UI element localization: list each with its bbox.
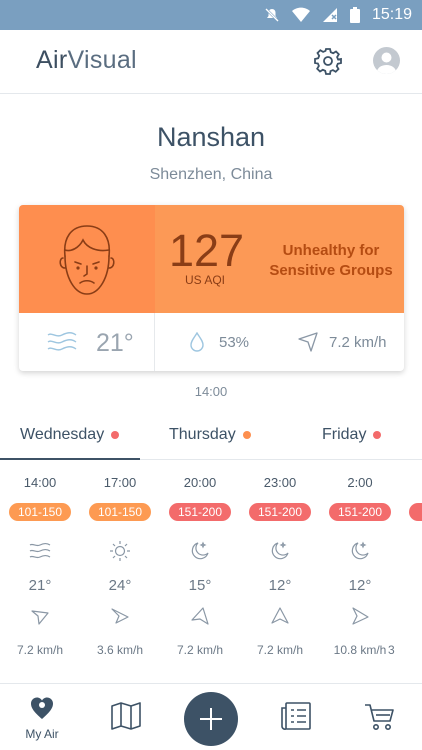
sun-icon	[110, 541, 130, 561]
status-time: 15:19	[371, 6, 412, 23]
nav-my-air-label: My Air	[25, 727, 59, 741]
aqi-value-panel: 127 US AQI Unhealthy for Sensitive Group…	[155, 205, 404, 313]
moon-icon	[351, 541, 369, 560]
signal-icon	[322, 8, 337, 22]
nav-my-air[interactable]: My Air	[12, 684, 72, 750]
aqi-card[interactable]: 127 US AQI Unhealthy for Sensitive Group…	[19, 205, 404, 371]
day-tabs: Wednesday Thursday Friday	[0, 414, 422, 460]
region-name: Shenzhen, China	[149, 166, 273, 183]
wind-waves-icon	[47, 332, 77, 351]
profile-avatar[interactable]	[373, 47, 400, 74]
app-logo: AirVisual	[36, 46, 137, 74]
wind-direction-icon	[271, 607, 289, 624]
hourly-forecast[interactable]: 14:00 101-150 21° 7.2 km/h 17:00 101-150…	[0, 460, 422, 680]
aqi-level: Unhealthy for Sensitive Groups	[269, 242, 393, 279]
weather-row: 21° 53% 7.2 km/h	[19, 313, 404, 371]
cart-icon	[365, 704, 394, 730]
moon-icon	[191, 541, 209, 560]
humidity-drop-icon	[190, 332, 204, 352]
wind-speed: 7.2 km/h	[329, 334, 387, 351]
city-name: Nanshan	[156, 122, 266, 152]
aqi-unit: US AQI	[185, 273, 226, 287]
aqi-value: 127	[169, 225, 245, 276]
moon-icon	[271, 541, 289, 560]
aqi-dot-icon	[111, 431, 120, 439]
status-bar: 15:19	[0, 0, 422, 30]
aqi-badge: 101-150	[9, 503, 71, 521]
divider	[154, 313, 155, 371]
battery-icon	[349, 7, 360, 23]
aqi-dot-icon	[242, 431, 251, 439]
wind-direction-icon	[298, 332, 318, 352]
nav-map[interactable]	[96, 684, 156, 750]
news-list-icon	[281, 702, 311, 730]
wind-direction-icon	[352, 607, 369, 625]
app-bar: AirVisual	[0, 30, 422, 94]
aqi-face-panel	[19, 205, 155, 313]
aqi-badge: 151-200	[249, 503, 311, 521]
temperature: 21°	[96, 329, 134, 357]
updated-time: 14:00	[194, 384, 228, 399]
tab-thursday[interactable]: Thursday	[169, 426, 251, 444]
wind-direction-icon	[31, 610, 49, 625]
nav-news[interactable]	[266, 684, 326, 750]
aqi-badge: 101-150	[89, 503, 151, 521]
bottom-nav: My Air	[0, 683, 422, 750]
aqi-dot-icon	[373, 431, 382, 439]
tab-wednesday[interactable]: Wednesday	[20, 426, 120, 444]
heart-location-icon	[31, 697, 53, 719]
wind-icon	[29, 542, 51, 559]
plus-icon	[200, 708, 222, 730]
wind-direction-icon	[111, 608, 129, 624]
aqi-badge: 151-200	[169, 503, 231, 521]
wifi-icon	[291, 7, 310, 22]
mute-icon	[265, 8, 279, 22]
sad-face-icon	[59, 225, 115, 295]
humidity: 53%	[219, 334, 250, 351]
map-icon	[111, 702, 141, 730]
wind-direction-icon	[191, 607, 209, 625]
aqi-badge	[409, 503, 422, 521]
add-location-button[interactable]	[184, 692, 238, 746]
aqi-badge: 151-200	[329, 503, 391, 521]
tab-friday[interactable]: Friday	[322, 426, 382, 444]
settings-gear-icon[interactable]	[314, 47, 342, 75]
nav-shop[interactable]	[350, 684, 410, 750]
